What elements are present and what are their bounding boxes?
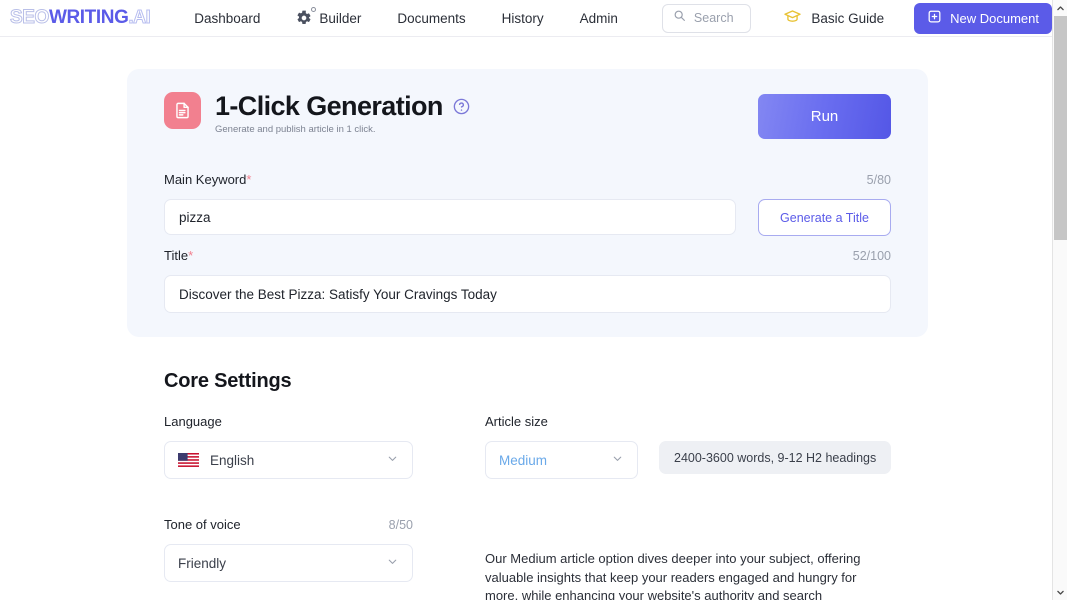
main-keyword-label-text: Main Keyword xyxy=(164,172,246,187)
title-value: Discover the Best Pizza: Satisfy Your Cr… xyxy=(179,287,497,302)
title-label: Title* xyxy=(164,248,193,263)
top-navigation-bar: SEOWRITING.AI Dashboard Builder Document… xyxy=(0,0,1052,37)
article-size-badge: 2400-3600 words, 9-12 H2 headings xyxy=(659,441,891,474)
nav-item-dashboard[interactable]: Dashboard xyxy=(176,11,278,26)
article-size-label-row: Article size xyxy=(485,414,905,429)
vertical-scrollbar[interactable] xyxy=(1052,0,1067,600)
nav-item-builder[interactable]: Builder xyxy=(278,10,379,26)
main-keyword-counter: 5/80 xyxy=(867,173,891,187)
main-keyword-input[interactable]: pizza xyxy=(164,199,736,235)
article-size-value: Medium xyxy=(499,453,611,468)
nav-item-label: Builder xyxy=(319,11,361,26)
nav-links: Dashboard Builder Documents History Admi… xyxy=(176,10,636,26)
new-document-icon xyxy=(927,9,942,27)
title-field-group: Title* 52/100 Discover the Best Pizza: S… xyxy=(164,248,891,313)
scrollbar-down-arrow[interactable] xyxy=(1053,584,1067,600)
core-settings-heading: Core Settings xyxy=(164,370,291,393)
language-label-row: Language xyxy=(164,414,413,429)
language-value: English xyxy=(210,453,386,468)
nav-item-history[interactable]: History xyxy=(484,11,562,26)
graduation-cap-icon xyxy=(783,7,802,29)
generate-a-title-label: Generate a Title xyxy=(780,211,869,225)
article-size-description: Our Medium article option dives deeper i… xyxy=(485,550,867,600)
language-select[interactable]: English xyxy=(164,441,413,479)
run-button[interactable]: Run xyxy=(758,94,891,139)
nav-item-documents[interactable]: Documents xyxy=(379,11,483,26)
document-icon xyxy=(164,92,201,129)
logo-ai: .AI xyxy=(128,7,150,28)
gear-icon xyxy=(296,10,312,26)
app-window: SEOWRITING.AI Dashboard Builder Document… xyxy=(0,0,1067,600)
run-button-label: Run xyxy=(811,108,839,125)
main-keyword-label: Main Keyword* xyxy=(164,172,251,187)
tone-of-voice-counter: 8/50 xyxy=(389,518,413,532)
tone-of-voice-value: Friendly xyxy=(178,556,386,571)
nav-item-label: Documents xyxy=(397,11,465,26)
article-size-label: Article size xyxy=(485,414,548,429)
question-circle-icon[interactable] xyxy=(452,97,471,116)
search-placeholder: Search xyxy=(694,11,734,25)
tone-of-voice-label: Tone of voice xyxy=(164,517,241,532)
core-settings-right-column: Article size Medium 2400-3600 words, 9-1… xyxy=(485,414,905,479)
new-document-label: New Document xyxy=(950,11,1039,26)
tone-of-voice-select[interactable]: Friendly xyxy=(164,544,413,582)
tone-label-row: Tone of voice 8/50 xyxy=(164,517,413,532)
one-click-generation-card: 1-Click Generation Generate and publish … xyxy=(127,69,928,337)
article-size-row: Medium 2400-3600 words, 9-12 H2 headings xyxy=(485,429,905,479)
chevron-down-icon xyxy=(386,452,399,468)
scrollbar-thumb[interactable] xyxy=(1054,16,1067,240)
main-keyword-field-group: Main Keyword* 5/80 pizza Generate a Titl… xyxy=(164,172,891,236)
main-keyword-value: pizza xyxy=(179,210,211,225)
article-size-select[interactable]: Medium xyxy=(485,441,638,479)
search-icon xyxy=(673,9,686,27)
main-keyword-row: pizza Generate a Title xyxy=(164,199,891,236)
title-input[interactable]: Discover the Best Pizza: Satisfy Your Cr… xyxy=(164,275,891,313)
us-flag-icon xyxy=(178,453,199,467)
generate-a-title-button[interactable]: Generate a Title xyxy=(758,199,891,236)
app-logo[interactable]: SEOWRITING.AI xyxy=(10,7,150,29)
title-label-row: Title* 52/100 xyxy=(164,248,891,263)
chevron-down-icon xyxy=(386,555,399,571)
main-keyword-label-row: Main Keyword* 5/80 xyxy=(164,172,891,187)
language-label: Language xyxy=(164,414,222,429)
scrollbar-up-arrow[interactable] xyxy=(1053,0,1067,16)
card-title-text: 1-Click Generation xyxy=(215,92,443,120)
basic-guide-button[interactable]: Basic Guide xyxy=(783,7,884,29)
nav-item-label: History xyxy=(502,11,544,26)
title-label-text: Title xyxy=(164,248,188,263)
nav-item-label: Admin xyxy=(580,11,618,26)
new-document-button[interactable]: New Document xyxy=(914,3,1052,34)
page-content: 1-Click Generation Generate and publish … xyxy=(0,37,1052,600)
nav-item-label: Dashboard xyxy=(194,11,260,26)
card-header: 1-Click Generation Generate and publish … xyxy=(127,69,928,135)
nav-item-admin[interactable]: Admin xyxy=(562,11,636,26)
core-settings-left-column: Language English xyxy=(164,414,413,582)
required-asterisk: * xyxy=(188,248,193,263)
search-input[interactable]: Search xyxy=(662,4,751,33)
logo-writing: WRITING xyxy=(49,7,129,29)
required-asterisk: * xyxy=(246,172,251,187)
chevron-down-icon xyxy=(611,452,624,468)
title-counter: 52/100 xyxy=(853,249,891,263)
basic-guide-label: Basic Guide xyxy=(811,11,884,26)
gear-badge-dot xyxy=(311,7,316,12)
logo-seo: SEO xyxy=(10,7,49,29)
